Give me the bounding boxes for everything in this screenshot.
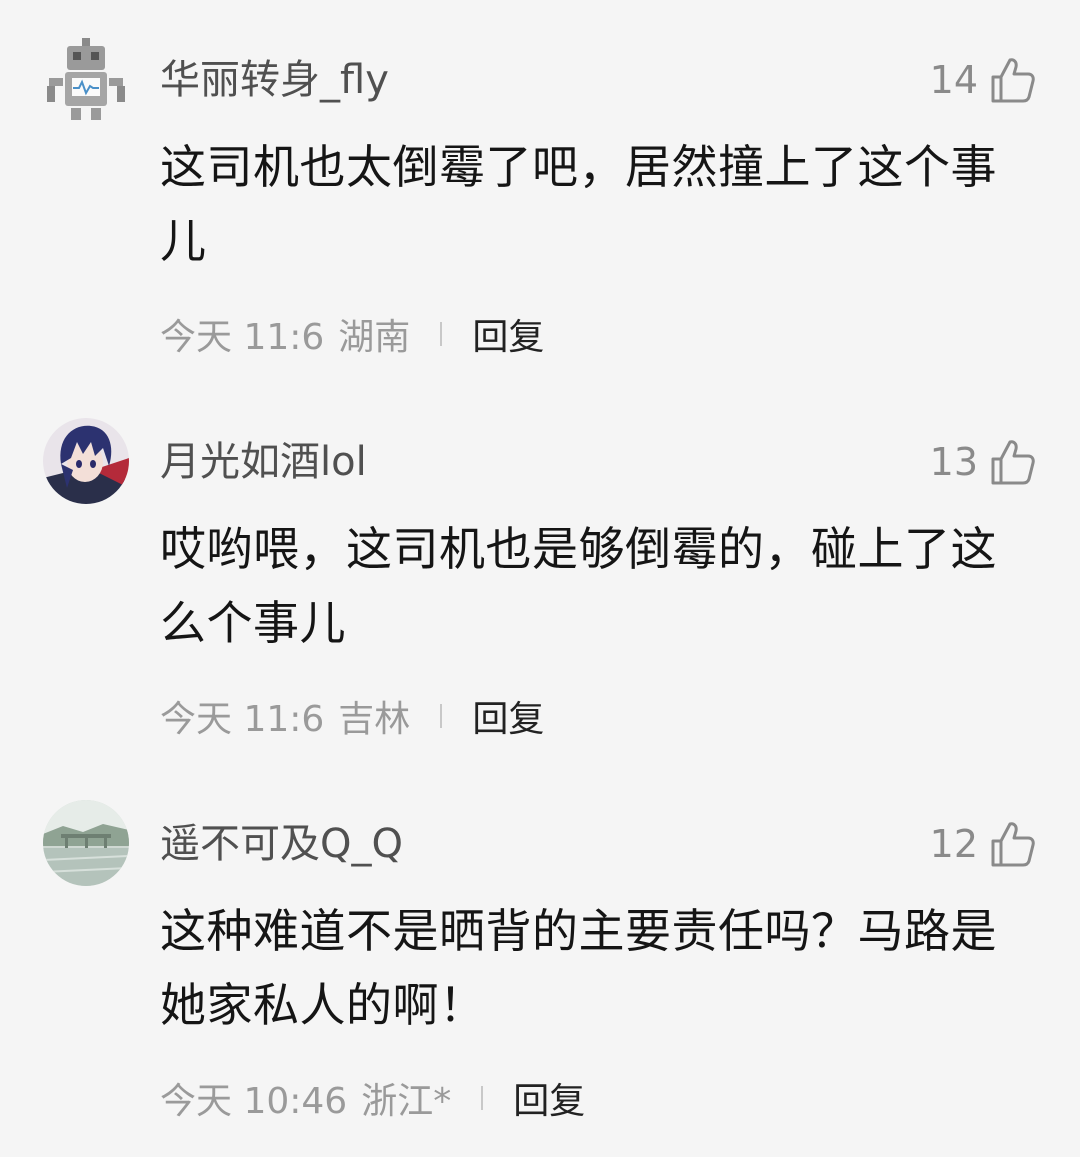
avatar[interactable] bbox=[43, 36, 129, 122]
divider bbox=[440, 704, 443, 728]
reply-button[interactable]: 回复 bbox=[472, 308, 544, 360]
robot-avatar-icon bbox=[43, 36, 129, 122]
like-count: 13 bbox=[929, 440, 978, 484]
thumbs-up-icon[interactable] bbox=[990, 820, 1036, 868]
divider bbox=[440, 322, 443, 346]
comment-text: 这司机也太倒霉了吧，居然撞上了这个事儿 bbox=[160, 140, 997, 268]
anime-character-avatar-icon bbox=[43, 418, 129, 504]
timestamp: 今天 11:6 bbox=[160, 317, 325, 358]
divider bbox=[481, 1086, 484, 1110]
timestamp: 今天 10:46 bbox=[160, 1081, 348, 1122]
location: 湖南 bbox=[338, 317, 411, 358]
comment-list: 华丽转身_fly 14 这司机也太倒霉了吧，居然撞上了这个事儿 今天 11:6 … bbox=[0, 0, 1080, 1157]
like-button[interactable]: 14 bbox=[930, 52, 1036, 108]
comment-meta: 今天 10:46 浙江* 回复 bbox=[160, 1072, 585, 1124]
reply-button[interactable]: 回复 bbox=[513, 1072, 585, 1124]
comment-item: 月光如酒lol 13 哎哟喂，这司机也是够倒霉的，碰上了这么个事儿 今天 11:… bbox=[0, 418, 1080, 748]
username[interactable]: 月光如酒lol bbox=[160, 436, 367, 488]
comment-meta: 今天 11:6 湖南 回复 bbox=[160, 308, 544, 360]
comment-item: 华丽转身_fly 14 这司机也太倒霉了吧，居然撞上了这个事儿 今天 11:6 … bbox=[0, 36, 1080, 366]
thumbs-up-icon[interactable] bbox=[990, 438, 1036, 486]
thumbs-up-icon[interactable] bbox=[990, 56, 1036, 104]
comment-item: 遥不可及Q_Q 12 这种难道不是晒背的主要责任吗？马路是她家私人的啊！ 今天 … bbox=[0, 800, 1080, 1130]
location: 吉林 bbox=[338, 699, 411, 740]
username[interactable]: 华丽转身_fly bbox=[160, 54, 389, 106]
like-button[interactable]: 13 bbox=[930, 434, 1036, 490]
avatar[interactable] bbox=[43, 800, 129, 886]
like-button[interactable]: 12 bbox=[930, 816, 1036, 872]
like-count: 14 bbox=[929, 58, 978, 102]
timestamp: 今天 11:6 bbox=[160, 699, 325, 740]
like-count: 12 bbox=[929, 822, 978, 866]
location: 浙江* bbox=[361, 1081, 452, 1122]
reply-button[interactable]: 回复 bbox=[472, 690, 544, 742]
landscape-bridge-avatar-icon bbox=[43, 800, 129, 886]
username[interactable]: 遥不可及Q_Q bbox=[160, 818, 403, 870]
comment-text: 这种难道不是晒背的主要责任吗？马路是她家私人的啊！ bbox=[160, 904, 997, 1032]
comment-meta: 今天 11:6 吉林 回复 bbox=[160, 690, 544, 742]
comment-text: 哎哟喂，这司机也是够倒霉的，碰上了这么个事儿 bbox=[160, 522, 997, 650]
avatar[interactable] bbox=[43, 418, 129, 504]
